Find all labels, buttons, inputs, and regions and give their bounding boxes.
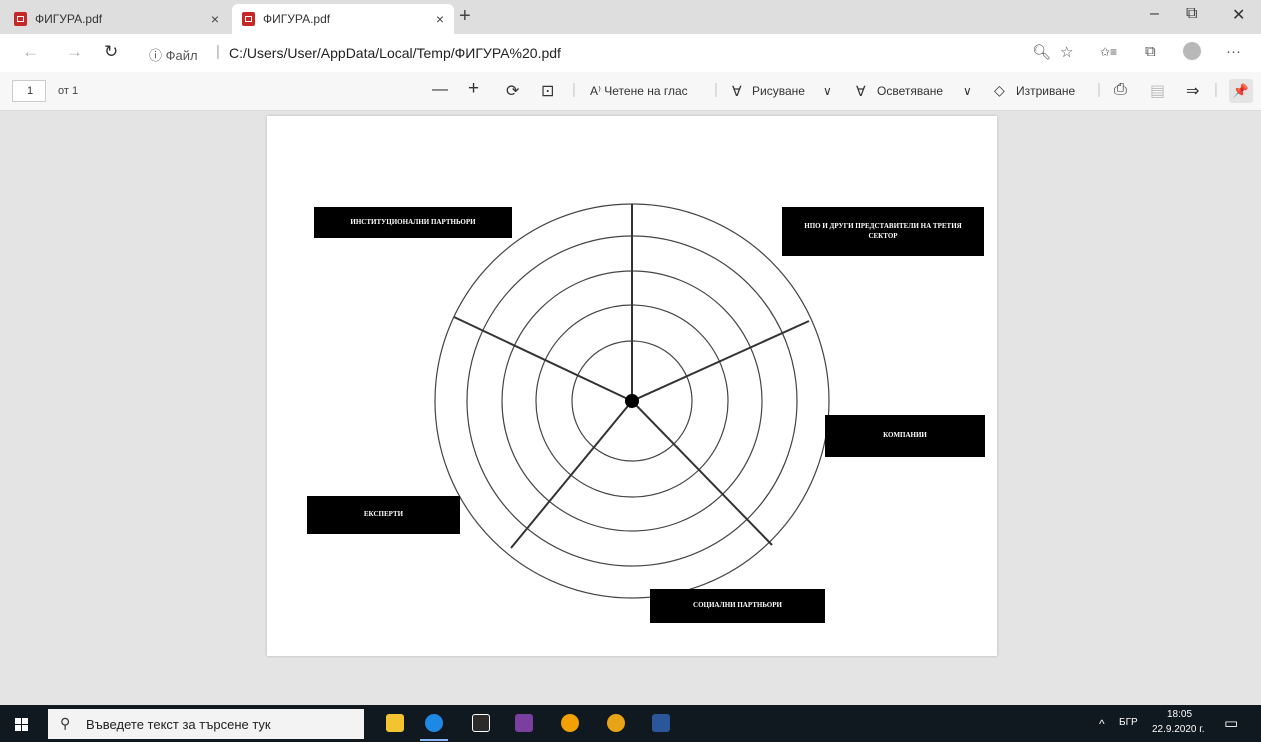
- toolbar-separator: |: [714, 81, 718, 98]
- label-institutional-partners: ИНСТИТУЦИОНАЛНИ ПАРТНЬОРИ: [314, 207, 512, 238]
- stakeholder-wheel-diagram: [434, 203, 830, 599]
- fit-page-icon[interactable]: ⊡: [541, 81, 554, 101]
- draw-button[interactable]: Рисуване: [752, 84, 805, 98]
- address-separator: |: [216, 43, 220, 60]
- windows-start-icon[interactable]: [15, 718, 29, 731]
- tab-strip: ФИГУРА.pdf × ФИГУРА.pdf × + – ⧉ ✕: [0, 0, 1261, 34]
- clock-date[interactable]: 22.9.2020 г.: [1152, 724, 1204, 735]
- close-window-button[interactable]: ✕: [1232, 5, 1245, 25]
- reload-button[interactable]: ↻: [104, 42, 118, 62]
- notification-icon[interactable]: ▭: [1224, 714, 1238, 732]
- pdf-icon: [14, 12, 27, 26]
- store-icon[interactable]: [472, 714, 490, 732]
- word-icon[interactable]: [652, 714, 670, 732]
- zoom-in-button[interactable]: +: [468, 78, 479, 100]
- favorite-star-icon[interactable]: ☆: [1060, 43, 1073, 61]
- edge-browser-icon[interactable]: [425, 714, 443, 732]
- tab-inactive[interactable]: ФИГУРА.pdf ×: [4, 4, 229, 34]
- tab-close-button[interactable]: ×: [436, 11, 444, 27]
- site-info-button[interactable]: ⓘ Файл: [149, 45, 198, 64]
- winrar-icon[interactable]: [515, 714, 533, 732]
- pdf-icon: [242, 12, 255, 26]
- page-number-input[interactable]: 1: [12, 80, 46, 102]
- eraser-icon: ◇: [994, 82, 1005, 98]
- tab-active[interactable]: ФИГУРА.pdf ×: [232, 4, 454, 34]
- read-aloud-button[interactable]: A⁾ Четене на глас: [590, 84, 688, 98]
- label-companies: КОМПАНИИ: [825, 415, 985, 457]
- label-social-partners: СОЦИАЛНИ ПАРТНЬОРИ: [650, 589, 825, 623]
- tab-close-button[interactable]: ×: [211, 11, 219, 27]
- pdf-page: ИНСТИТУЦИОНАЛНИ ПАРТНЬОРИ НПО И ДРУГИ ПР…: [267, 116, 997, 656]
- spoke: [631, 320, 810, 402]
- clock-time[interactable]: 18:05: [1167, 709, 1192, 720]
- label-ngo: НПО И ДРУГИ ПРЕДСТАВИТЕЛИ НА ТРЕТИЯ СЕКТ…: [782, 207, 984, 256]
- favorites-icon[interactable]: ✩≡: [1100, 45, 1117, 59]
- vpn-icon[interactable]: [607, 714, 625, 732]
- restore-button[interactable]: ⧉: [1186, 5, 1197, 23]
- toolbar-separator: |: [1214, 81, 1218, 98]
- taskbar: ⚲ Въведете текст за търсене тук ^ БГР 18…: [0, 705, 1261, 742]
- spoke: [510, 400, 633, 549]
- pdf-toolbar: 1 от 1 — + ⟳ ⊡ | A⁾ Четене на глас | ∀ Р…: [0, 72, 1261, 111]
- minimize-button[interactable]: –: [1150, 5, 1159, 23]
- label-experts: ЕКСПЕРТИ: [307, 496, 460, 534]
- search-icon: ⚲: [60, 715, 71, 731]
- collections-icon[interactable]: ⧉: [1145, 43, 1156, 60]
- chevron-down-icon[interactable]: ∨: [963, 84, 972, 98]
- highlight-icon: ∀: [856, 83, 866, 99]
- chrome-icon[interactable]: [561, 714, 579, 732]
- save-as-icon[interactable]: ⇒: [1186, 81, 1199, 101]
- file-explorer-icon[interactable]: [386, 714, 404, 732]
- profile-avatar[interactable]: [1183, 42, 1201, 60]
- draw-icon: ∀: [732, 83, 742, 99]
- print-icon[interactable]: ⎙: [1114, 81, 1127, 99]
- search-placeholder: Въведете текст за търсене тук: [86, 717, 271, 732]
- zoom-icon[interactable]: 🔍︎: [1032, 43, 1051, 61]
- highlight-button[interactable]: Осветяване: [877, 84, 943, 98]
- rotate-icon[interactable]: ⟳: [506, 81, 519, 101]
- toolbar-separator: |: [572, 81, 576, 98]
- address-input[interactable]: C:/Users/User/AppData/Local/Temp/ФИГУРА%…: [229, 45, 561, 61]
- taskbar-search-box[interactable]: ⚲ Въведете текст за търсене тук: [48, 709, 364, 739]
- back-button[interactable]: ←: [22, 42, 39, 62]
- tray-chevron-icon[interactable]: ^: [1099, 717, 1105, 731]
- toolbar-separator: |: [1097, 81, 1101, 98]
- spoke: [631, 400, 773, 546]
- new-tab-button[interactable]: +: [459, 5, 471, 28]
- tab-title: ФИГУРА.pdf: [263, 12, 331, 26]
- more-menu-icon[interactable]: ···: [1226, 43, 1241, 60]
- center-dot: [625, 394, 639, 408]
- active-app-indicator: [420, 739, 448, 741]
- tab-title: ФИГУРА.pdf: [35, 12, 103, 26]
- pin-toolbar-icon[interactable]: 📌: [1229, 79, 1253, 103]
- address-bar-row: ← → ↻ ⓘ Файл | C:/Users/User/AppData/Loc…: [0, 34, 1261, 73]
- spoke: [453, 316, 633, 402]
- forward-button[interactable]: →: [66, 42, 83, 62]
- language-indicator[interactable]: БГР: [1119, 717, 1138, 728]
- page-total: от 1: [58, 85, 79, 97]
- chevron-down-icon[interactable]: ∨: [823, 84, 832, 98]
- zoom-out-button[interactable]: —: [432, 81, 448, 99]
- save-icon[interactable]: ▤: [1150, 81, 1165, 101]
- erase-button[interactable]: Изтриване: [1016, 84, 1075, 98]
